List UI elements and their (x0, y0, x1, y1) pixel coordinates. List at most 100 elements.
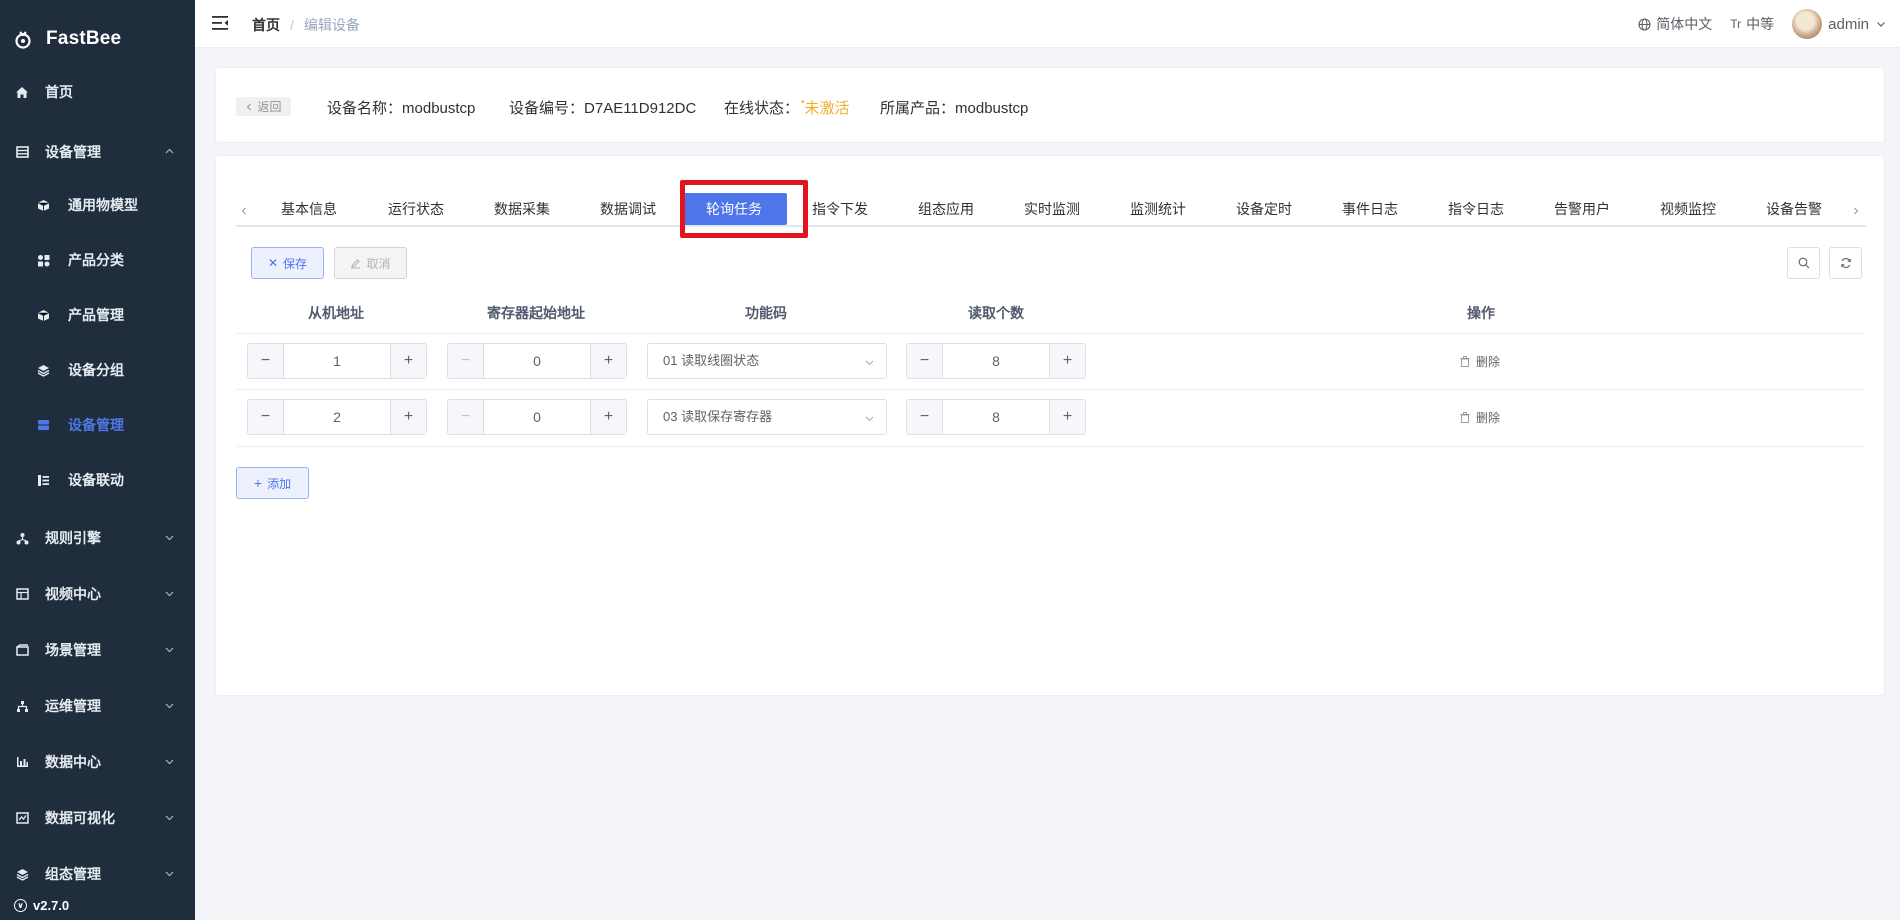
sidebar-item-data-visualization[interactable]: 数据可视化 (0, 794, 195, 842)
sidebar: FastBee 首页 设备管理 通用物模型 产品分类 产品管理 设备分组 设备管… (0, 0, 195, 920)
tab-basic-info[interactable]: 基本信息 (281, 199, 337, 219)
decrement-button[interactable]: − (907, 344, 943, 378)
hamburger-icon[interactable] (212, 15, 230, 31)
read-count-stepper[interactable]: − 8 + (906, 343, 1086, 379)
cube-icon (35, 197, 51, 213)
read-count-stepper[interactable]: − 8 + (906, 399, 1086, 435)
decrement-button[interactable]: − (248, 400, 284, 434)
read-count-value[interactable]: 8 (943, 344, 1049, 378)
navbar-actions: 简体中文 Tr 中等 admin (1620, 0, 1886, 48)
tab-scroll-left-icon[interactable] (240, 207, 248, 215)
tab-scroll-right-icon[interactable] (1852, 207, 1860, 215)
size-label: 中等 (1746, 16, 1775, 32)
device-list-icon (35, 417, 51, 433)
chevron-down-icon (165, 535, 174, 541)
increment-button[interactable]: + (590, 400, 626, 434)
plus-icon: + (253, 475, 263, 491)
column-header-start-address: 寄存器起始地址 (487, 305, 585, 321)
tab-event-log[interactable]: 事件日志 (1342, 199, 1398, 219)
sidebar-item-product-category[interactable]: 产品分类 (0, 236, 195, 284)
language-label: 简体中文 (1656, 16, 1713, 32)
back-button[interactable]: 返回 (236, 97, 291, 116)
highlight-box (680, 180, 808, 238)
delete-label: 删除 (1476, 411, 1501, 425)
size-selector[interactable]: Tr 中等 (1730, 14, 1774, 34)
read-count-value[interactable]: 8 (943, 400, 1049, 434)
tab-monitor-stats[interactable]: 监测统计 (1130, 199, 1186, 219)
sidebar-item-device-list[interactable]: 设备管理 (0, 401, 195, 449)
tab-data-debug[interactable]: 数据调试 (600, 199, 656, 219)
sidebar-item-scene-management[interactable]: 场景管理 (0, 626, 195, 674)
refresh-button[interactable] (1829, 247, 1862, 279)
sidebar-item-device-group[interactable]: 设备分组 (0, 346, 195, 394)
app-name: FastBee (46, 28, 122, 49)
tab-video-monitor[interactable]: 视频监控 (1660, 199, 1716, 219)
sidebar-item-home[interactable]: 首页 (0, 68, 195, 116)
sidebar-item-thing-model[interactable]: 通用物模型 (0, 181, 195, 229)
tab-realtime-monitor[interactable]: 实时监测 (1024, 199, 1080, 219)
save-button[interactable]: ✕ 保存 (251, 247, 324, 279)
increment-button[interactable]: + (390, 344, 426, 378)
sidebar-item-ops-management[interactable]: 运维管理 (0, 682, 195, 730)
delete-button[interactable]: 删除 (1460, 409, 1500, 426)
column-header-action: 操作 (1467, 305, 1495, 321)
increment-button[interactable]: + (1049, 400, 1085, 434)
increment-button[interactable]: + (390, 400, 426, 434)
language-selector[interactable]: 简体中文 (1638, 14, 1712, 34)
slave-address-stepper[interactable]: − 1 + (247, 343, 427, 379)
visual-icon (14, 810, 30, 826)
start-address-stepper[interactable]: − 0 + (447, 399, 627, 435)
device-tabs: 基本信息 运行状态 数据采集 数据调试 轮询任务 指令下发 组态应用 实时监测 … (236, 172, 1866, 238)
app-version: ∨ v2.7.0 (14, 898, 69, 913)
category-icon (35, 252, 51, 268)
delete-button[interactable]: 删除 (1460, 353, 1500, 370)
add-row-button[interactable]: + 添加 (236, 467, 309, 499)
close-icon: ✕ (267, 256, 279, 270)
increment-button[interactable]: + (590, 344, 626, 378)
sidebar-item-product-management[interactable]: 产品管理 (0, 291, 195, 339)
device-serial-label: 设备编号： (509, 100, 585, 117)
slave-address-value[interactable]: 1 (284, 344, 390, 378)
user-menu[interactable]: admin (1792, 9, 1886, 39)
decrement-button[interactable]: − (448, 400, 484, 434)
device-name-value: modbustcp (402, 100, 476, 117)
sidebar-item-label: 产品分类 (68, 252, 124, 268)
slave-address-value[interactable]: 2 (284, 400, 390, 434)
sidebar-item-rule-engine[interactable]: 规则引擎 (0, 514, 195, 562)
decrement-button[interactable]: − (907, 400, 943, 434)
linkage-icon (35, 472, 51, 488)
search-toggle-button[interactable] (1787, 247, 1820, 279)
device-status: 在线状态： •未激活 (724, 97, 850, 118)
tab-command-log[interactable]: 指令日志 (1448, 199, 1504, 219)
cancel-button[interactable]: 取消 (334, 247, 407, 279)
decrement-button[interactable]: − (448, 344, 484, 378)
tab-device-alerts[interactable]: 设备告警 (1766, 199, 1822, 219)
version-icon: ∨ (14, 899, 27, 912)
sidebar-item-label: 数据可视化 (45, 810, 115, 826)
breadcrumb-home[interactable]: 首页 (252, 15, 280, 35)
sidebar-item-label: 设备管理 (45, 144, 101, 160)
sidebar-item-device-linkage[interactable]: 设备联动 (0, 456, 195, 504)
edit-icon (351, 258, 361, 268)
tab-alert-users[interactable]: 告警用户 (1554, 199, 1610, 219)
sidebar-item-device-management[interactable]: 设备管理 (0, 128, 195, 176)
app-logo[interactable]: FastBee (0, 0, 195, 78)
sidebar-item-data-center[interactable]: 数据中心 (0, 738, 195, 786)
function-code-value: 03 读取保存寄存器 (663, 409, 773, 424)
tab-config-app[interactable]: 组态应用 (918, 199, 974, 219)
tab-device-timer[interactable]: 设备定时 (1236, 199, 1292, 219)
tab-command-send[interactable]: 指令下发 (812, 199, 868, 219)
start-address-value[interactable]: 0 (484, 400, 590, 434)
decrement-button[interactable]: − (248, 344, 284, 378)
increment-button[interactable]: + (1049, 344, 1085, 378)
start-address-stepper[interactable]: − 0 + (447, 343, 627, 379)
tab-run-status[interactable]: 运行状态 (388, 199, 444, 219)
tab-data-collect[interactable]: 数据采集 (494, 199, 550, 219)
slave-address-stepper[interactable]: − 2 + (247, 399, 427, 435)
sidebar-item-video-center[interactable]: 视频中心 (0, 570, 195, 618)
function-code-select[interactable]: 03 读取保存寄存器 (647, 399, 887, 435)
function-code-select[interactable]: 01 读取线圈状态 (647, 343, 887, 379)
start-address-value[interactable]: 0 (484, 344, 590, 378)
navbar: 首页 / 编辑设备 简体中文 Tr 中等 admin (195, 0, 1900, 48)
sidebar-item-config-management[interactable]: 组态管理 (0, 850, 195, 898)
